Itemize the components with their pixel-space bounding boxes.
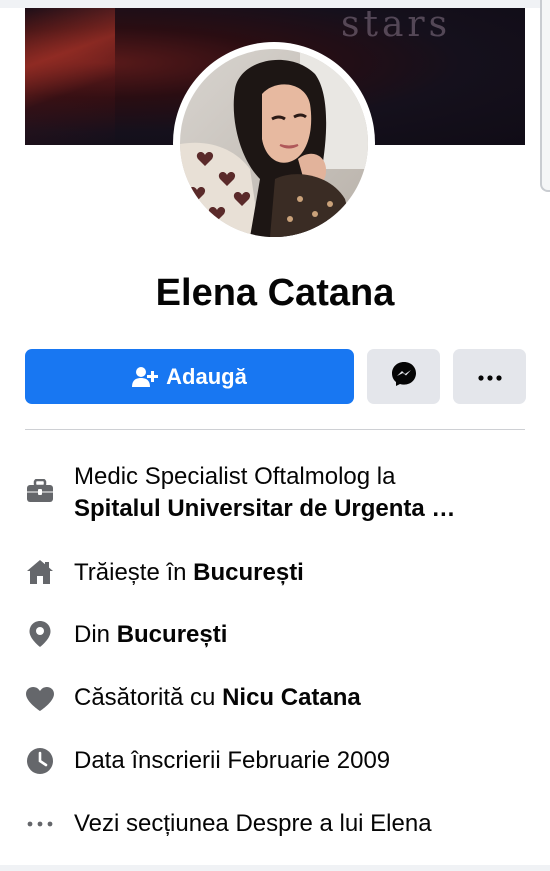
see-about-link[interactable]: Vezi secțiunea Despre a lui Elena	[74, 808, 432, 840]
detail-joined: Data înscrierii Februarie 2009	[25, 745, 525, 777]
relationship-prefix: Căsătorită cu	[74, 684, 223, 711]
bottom-edge	[0, 865, 550, 871]
profile-page: stars Elena Catana Adaugă Medic Speciali…	[0, 0, 550, 871]
clock-icon	[25, 745, 55, 775]
joined-text: Data înscrierii Februarie 2009	[74, 747, 391, 774]
more-icon	[477, 368, 502, 386]
avatar-image	[180, 49, 368, 237]
cover-light-streak	[25, 8, 115, 145]
detail-from: Din București	[25, 619, 525, 651]
detail-about[interactable]: Vezi secțiunea Despre a lui Elena	[25, 808, 525, 840]
detail-relationship: Căsătorită cu Nicu Catana	[25, 682, 525, 714]
lives-prefix: Trăiește în	[74, 559, 194, 586]
section-divider	[25, 429, 525, 430]
scroll-indicator	[540, 0, 550, 192]
home-icon	[25, 557, 55, 585]
message-button[interactable]	[367, 349, 440, 404]
more-options-button[interactable]	[453, 349, 526, 404]
messenger-icon	[391, 361, 417, 392]
detail-work: Medic Specialist Oftalmolog la Spitalul …	[25, 461, 525, 525]
work-place-link[interactable]: Spitalul Universitar de Urgenta …	[74, 493, 455, 525]
spouse-link[interactable]: Nicu Catana	[222, 684, 361, 711]
briefcase-icon	[25, 461, 55, 503]
more-horizontal-icon	[25, 808, 55, 827]
location-pin-icon	[25, 619, 55, 648]
person-add-icon	[132, 366, 159, 388]
lives-city-link[interactable]: București	[193, 559, 304, 586]
add-friend-button[interactable]: Adaugă	[25, 349, 354, 404]
add-friend-label: Adaugă	[166, 363, 247, 389]
top-edge	[0, 0, 550, 8]
work-title: Medic Specialist Oftalmolog la	[74, 463, 396, 490]
detail-lives: Trăiește în București	[25, 557, 525, 589]
from-prefix: Din	[74, 621, 117, 648]
from-city-link[interactable]: București	[117, 621, 228, 648]
avatar[interactable]	[180, 49, 368, 237]
heart-icon	[25, 682, 55, 712]
cover-text: stars	[341, 8, 452, 45]
profile-name: Elena Catana	[155, 272, 395, 314]
